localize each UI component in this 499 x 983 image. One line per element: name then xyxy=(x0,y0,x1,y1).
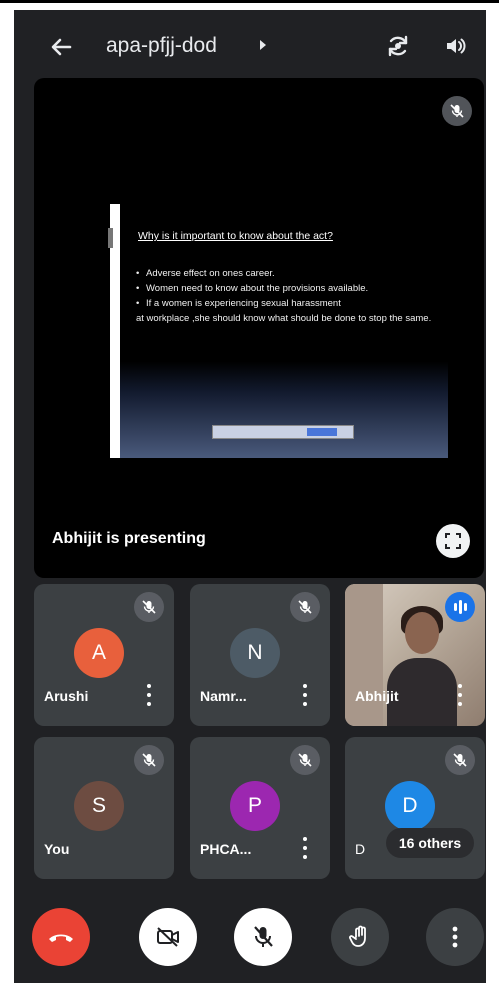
avatar: P xyxy=(230,781,280,831)
raise-hand-button[interactable] xyxy=(331,908,389,966)
slide-widget xyxy=(212,425,354,439)
mic-off-icon xyxy=(290,592,320,622)
slide-content: Why is it important to know about the ac… xyxy=(120,204,448,458)
camera-off-icon xyxy=(157,927,179,947)
end-call-button[interactable] xyxy=(32,908,90,966)
participant-tile-phca[interactable]: P PHCA... xyxy=(190,737,330,879)
participant-name: Arushi xyxy=(44,688,89,704)
slide-bullet: Adverse effect on ones career. xyxy=(136,266,436,281)
presenter-label: Abhijit is presenting xyxy=(52,530,206,547)
participant-tile-you[interactable]: S You xyxy=(34,737,174,879)
more-options-button[interactable] xyxy=(426,908,484,966)
participant-name: Namr... xyxy=(200,688,247,704)
caret-right-icon[interactable] xyxy=(260,40,266,50)
flip-camera-icon[interactable] xyxy=(384,32,412,60)
raise-hand-icon xyxy=(349,925,366,947)
more-vert-icon[interactable] xyxy=(458,684,463,706)
slide-bullets: Adverse effect on ones career. Women nee… xyxy=(136,266,436,326)
avatar: S xyxy=(74,781,124,831)
end-call-icon xyxy=(49,934,73,942)
participant-name: D xyxy=(355,841,366,857)
camera-toggle-button[interactable] xyxy=(139,908,197,966)
speaking-indicator-icon xyxy=(445,592,475,622)
back-arrow-icon[interactable] xyxy=(48,34,74,60)
mic-off-icon xyxy=(290,745,320,775)
mic-off-icon xyxy=(134,592,164,622)
more-vert-icon[interactable] xyxy=(147,684,152,706)
others-count-badge[interactable]: 16 others xyxy=(386,828,474,858)
slide-bullet: If a women is experiencing sexual harass… xyxy=(136,296,436,311)
participant-name: PHCA... xyxy=(200,841,252,857)
video-person-face xyxy=(405,612,439,654)
participant-tile-namr[interactable]: N Namr... xyxy=(190,584,330,726)
shared-slide: Why is it important to know about the ac… xyxy=(108,204,448,458)
participant-tile-arushi[interactable]: A Arushi xyxy=(34,584,174,726)
slide-continuation: at workplace ,she should know what shoul… xyxy=(136,313,432,324)
meet-screen: apa-pfjj-dod Why is it important to know… xyxy=(14,10,486,983)
participant-name: You xyxy=(44,841,70,857)
more-vert-icon[interactable] xyxy=(303,837,308,859)
participant-tile-abhijit[interactable]: Abhijit xyxy=(345,584,485,726)
meeting-code[interactable]: apa-pfjj-dod xyxy=(106,34,217,58)
fullscreen-icon[interactable] xyxy=(436,524,470,558)
top-border xyxy=(0,0,499,3)
mic-off-icon xyxy=(134,745,164,775)
mic-off-icon xyxy=(442,96,472,126)
avatar: A xyxy=(74,628,124,678)
slide-edge xyxy=(108,228,113,248)
mic-toggle-button[interactable] xyxy=(234,908,292,966)
more-options-icon xyxy=(452,926,458,948)
mic-off-icon xyxy=(445,745,475,775)
more-vert-icon[interactable] xyxy=(303,684,308,706)
slide-title: Why is it important to know about the ac… xyxy=(138,230,333,242)
slide-bullet: Women need to know about the provisions … xyxy=(136,281,436,296)
avatar: D xyxy=(385,781,435,831)
presentation-tile[interactable]: Why is it important to know about the ac… xyxy=(34,78,484,578)
video-background xyxy=(345,584,383,726)
participant-name: Abhijit xyxy=(355,688,399,704)
volume-icon[interactable] xyxy=(444,34,468,58)
slide-widget-button xyxy=(307,428,337,436)
mic-off-icon xyxy=(254,926,273,947)
avatar: N xyxy=(230,628,280,678)
